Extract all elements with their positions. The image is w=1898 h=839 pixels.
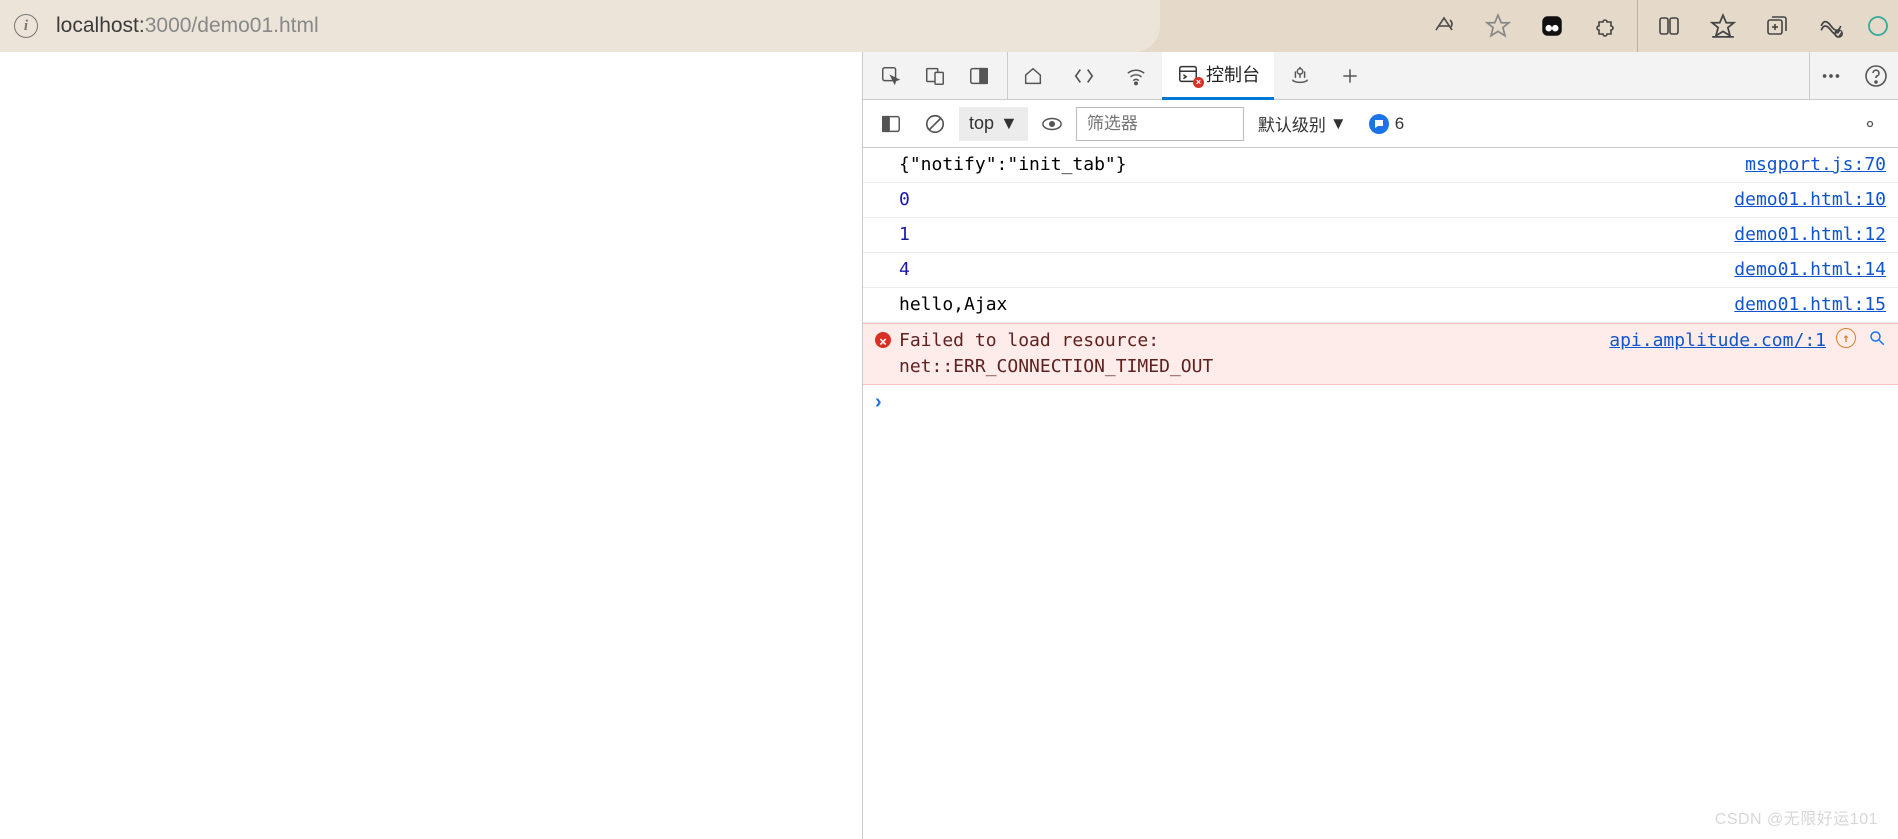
tab-sources[interactable] bbox=[1274, 52, 1326, 100]
request-reload-icon[interactable] bbox=[1836, 328, 1856, 348]
log-message: 0 bbox=[899, 187, 1734, 213]
sidebar-toggle-icon[interactable] bbox=[871, 100, 911, 148]
log-message: 1 bbox=[899, 222, 1734, 248]
browser-actions bbox=[1417, 0, 1898, 52]
log-row[interactable]: 4 demo01.html:14 bbox=[863, 253, 1898, 288]
devtools-tab-bar: × 控制台 bbox=[863, 52, 1898, 100]
devtools-panel: × 控制台 top ▼ 默认级别 ▼ 6 bbox=[862, 52, 1898, 839]
log-message: 4 bbox=[899, 257, 1734, 283]
dropdown-caret-icon: ▼ bbox=[1000, 113, 1018, 134]
tab-console[interactable]: × 控制台 bbox=[1162, 52, 1274, 100]
tab-elements[interactable] bbox=[1058, 52, 1110, 100]
read-aloud-icon[interactable] bbox=[1417, 0, 1471, 52]
dropdown-caret-icon: ▼ bbox=[1330, 114, 1347, 134]
log-source-link[interactable]: demo01.html:14 bbox=[1734, 257, 1886, 283]
inspect-icon[interactable] bbox=[869, 52, 913, 100]
log-row[interactable]: 0 demo01.html:10 bbox=[863, 183, 1898, 218]
extensions-puzzle-icon[interactable] bbox=[1579, 0, 1633, 52]
tab-add[interactable] bbox=[1326, 52, 1374, 100]
issues-counter[interactable]: 6 bbox=[1361, 114, 1412, 134]
collections-icon[interactable] bbox=[1750, 0, 1804, 52]
log-message: {"notify":"init_tab"} bbox=[899, 152, 1745, 178]
page-content bbox=[0, 52, 862, 839]
favorite-star-icon[interactable] bbox=[1471, 0, 1525, 52]
filter-input[interactable] bbox=[1076, 107, 1244, 141]
issues-bubble-icon bbox=[1369, 114, 1389, 134]
settings-gear-icon[interactable] bbox=[1850, 100, 1890, 148]
split-screen-icon[interactable] bbox=[1642, 0, 1696, 52]
log-source-link[interactable]: demo01.html:10 bbox=[1734, 187, 1886, 213]
address-bar[interactable]: i localhost:3000/demo01.html bbox=[0, 0, 1160, 52]
log-level-label: 默认级别 bbox=[1258, 111, 1326, 136]
log-source-link[interactable]: demo01.html:15 bbox=[1734, 292, 1886, 318]
console-toolbar: top ▼ 默认级别 ▼ 6 bbox=[863, 100, 1898, 148]
log-source-link[interactable]: demo01.html:12 bbox=[1734, 222, 1886, 248]
log-row[interactable]: hello,Ajax demo01.html:15 bbox=[863, 288, 1898, 323]
search-icon[interactable] bbox=[1868, 329, 1886, 347]
clear-console-icon[interactable] bbox=[915, 100, 955, 148]
watermark: CSDN @无限好运101 bbox=[1715, 805, 1878, 829]
url-path: 3000/demo01.html bbox=[145, 14, 319, 37]
context-dropdown[interactable]: top ▼ bbox=[959, 107, 1028, 141]
log-row[interactable]: 1 demo01.html:12 bbox=[863, 218, 1898, 253]
tab-welcome[interactable] bbox=[1008, 52, 1058, 100]
live-expression-icon[interactable] bbox=[1032, 100, 1072, 148]
more-icon[interactable] bbox=[1820, 65, 1842, 87]
issues-count: 6 bbox=[1395, 114, 1404, 134]
tab-console-label: 控制台 bbox=[1206, 61, 1260, 87]
url-text: localhost:3000/demo01.html bbox=[56, 14, 319, 38]
dock-side-icon[interactable] bbox=[957, 52, 1001, 100]
log-message: hello,Ajax bbox=[899, 292, 1734, 318]
tab-network[interactable] bbox=[1110, 52, 1162, 100]
console-body: {"notify":"init_tab"} msgport.js:70 0 de… bbox=[863, 148, 1898, 839]
log-row[interactable]: {"notify":"init_tab"} msgport.js:70 bbox=[863, 148, 1898, 183]
console-prompt[interactable]: › bbox=[863, 385, 1898, 420]
url-host: localhost: bbox=[56, 14, 145, 37]
log-message: Failed to load resource: net::ERR_CONNEC… bbox=[899, 328, 1609, 380]
browser-toolbar: i localhost:3000/demo01.html bbox=[0, 0, 1898, 52]
edge-copilot-icon[interactable] bbox=[1858, 0, 1898, 52]
log-source-link[interactable]: api.amplitude.com/:1 bbox=[1609, 328, 1826, 354]
performance-icon[interactable] bbox=[1804, 0, 1858, 52]
extension-icon-1[interactable] bbox=[1525, 0, 1579, 52]
separator bbox=[1637, 0, 1638, 52]
log-row-error[interactable]: Failed to load resource: net::ERR_CONNEC… bbox=[863, 323, 1898, 385]
favorites-icon[interactable] bbox=[1696, 0, 1750, 52]
log-level-dropdown[interactable]: 默认级别 ▼ bbox=[1248, 111, 1357, 136]
context-label: top bbox=[969, 113, 994, 134]
device-toggle-icon[interactable] bbox=[913, 52, 957, 100]
site-info-icon[interactable]: i bbox=[14, 14, 38, 38]
help-icon[interactable] bbox=[1864, 64, 1888, 88]
log-source-link[interactable]: msgport.js:70 bbox=[1745, 152, 1886, 178]
chevron-right-icon: › bbox=[875, 391, 882, 413]
